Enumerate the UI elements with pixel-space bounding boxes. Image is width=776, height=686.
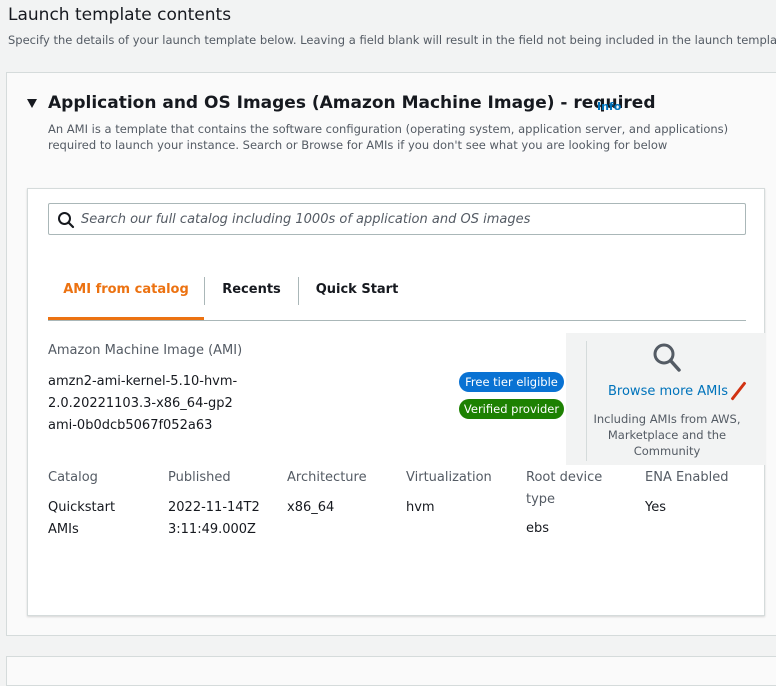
ami-section: Application and OS Images (Amazon Machin… — [6, 72, 776, 636]
browse-description: Including AMIs from AWS, Marketplace and… — [593, 412, 741, 458]
detail-published: Published 2022-11-14T23:11:49.000Z — [168, 467, 283, 541]
next-section — [6, 656, 776, 686]
ami-name-line-2: 2.0.20221103.3-x86_64-gp2 — [48, 396, 233, 411]
detail-value: ebs — [526, 521, 550, 536]
page-description: Specify the details of your launch templ… — [8, 33, 776, 47]
search-input[interactable] — [81, 204, 741, 234]
caret-down-icon[interactable] — [27, 99, 37, 108]
ami-name-line-1: amzn2-ami-kernel-5.10-hvm- — [48, 374, 238, 389]
detail-value: Yes — [645, 500, 666, 515]
section-description: An AMI is a template that contains the s… — [48, 122, 729, 152]
tab-recents[interactable]: Recents — [205, 275, 298, 320]
browse-divider — [586, 341, 587, 461]
ami-label: Amazon Machine Image (AMI) — [48, 343, 243, 358]
detail-header: ENA Enabled — [645, 470, 729, 485]
detail-catalog: Catalog Quickstart AMIs — [48, 467, 163, 541]
magnifier-icon[interactable] — [652, 342, 682, 374]
search-box[interactable] — [48, 203, 746, 235]
search-icon — [58, 212, 75, 229]
detail-value: Quickstart AMIs — [48, 500, 116, 537]
detail-architecture: Architecture x86_64 — [287, 467, 402, 519]
tab-ami-from-catalog[interactable]: AMI from catalog — [48, 275, 204, 320]
page-title: Launch template contents — [8, 5, 232, 25]
detail-value: x86_64 — [287, 500, 335, 515]
detail-header: Catalog — [48, 470, 98, 485]
detail-ena-enabled: ENA Enabled Yes — [645, 467, 760, 519]
detail-root-device-type: Root device type ebs — [526, 467, 641, 540]
tab-quick-start[interactable]: Quick Start — [299, 275, 415, 320]
detail-header: Architecture — [287, 470, 367, 485]
detail-header: Published — [168, 470, 231, 485]
free-tier-badge: Free tier eligible — [459, 372, 564, 392]
ami-card: AMI from catalog Recents Quick Start Ama… — [27, 188, 766, 616]
detail-virtualization: Virtualization hvm — [406, 467, 521, 519]
detail-value: hvm — [406, 500, 435, 515]
verified-provider-badge: Verified provider — [459, 399, 564, 419]
detail-header: Virtualization — [406, 470, 492, 485]
detail-value: 2022-11-14T23:11:49.000Z — [168, 500, 260, 537]
section-header[interactable]: Application and OS Images (Amazon Machin… — [7, 73, 776, 173]
ami-id: ami-0b0dcb5067f052a63 — [48, 418, 213, 433]
tab-list: AMI from catalog Recents Quick Start — [48, 275, 746, 321]
info-link[interactable]: Info — [597, 100, 621, 113]
section-title[interactable]: Application and OS Images (Amazon Machin… — [48, 93, 656, 113]
browse-more-amis-link[interactable]: Browse more AMIs — [603, 384, 733, 399]
detail-header: Root device type — [526, 470, 603, 507]
